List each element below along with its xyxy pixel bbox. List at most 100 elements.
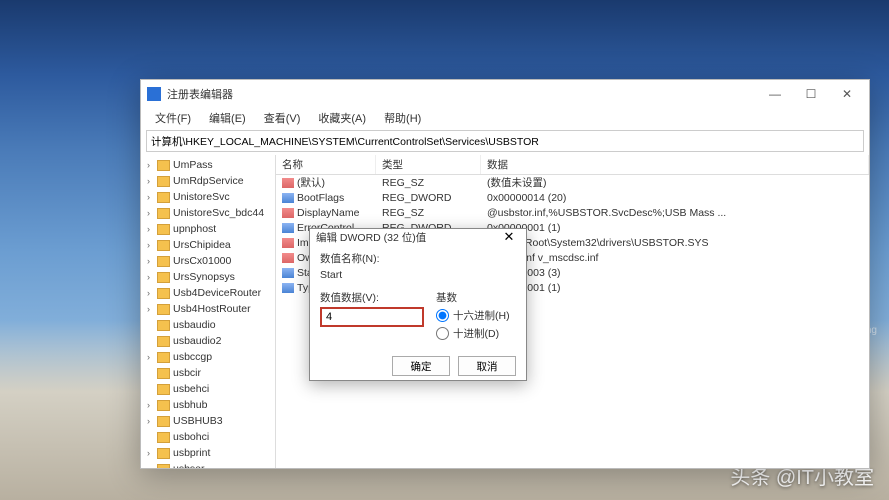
tree-item-label: Usb4HostRouter xyxy=(173,303,251,315)
tree-item-label: usbser xyxy=(173,463,205,468)
value-name: BootFlags xyxy=(297,192,344,204)
chevron-right-icon: › xyxy=(147,400,157,410)
dialog-close-button[interactable]: ✕ xyxy=(498,229,520,245)
folder-icon xyxy=(157,160,170,171)
tree-item-label: usbehci xyxy=(173,383,209,395)
col-data[interactable]: 数据 xyxy=(481,155,869,174)
tree-item-label: usbaudio xyxy=(173,319,216,331)
tree-item-label: usbprint xyxy=(173,447,210,459)
tree-item[interactable]: ›UrsSynopsys xyxy=(145,269,275,285)
chevron-right-icon: › xyxy=(147,160,157,170)
tree-item[interactable]: ›UnistoreSvc xyxy=(145,189,275,205)
cancel-button[interactable]: 取消 xyxy=(458,356,516,376)
value-data: 0x00000001 (1) xyxy=(481,222,869,234)
value-data: @usbstor.inf,%USBSTOR.SvcDesc%;USB Mass … xyxy=(481,207,869,219)
list-row[interactable]: (默认)REG_SZ(数值未设置) xyxy=(276,175,869,190)
tree-item[interactable]: ›UmRdpService xyxy=(145,173,275,189)
menu-edit[interactable]: 编辑(E) xyxy=(201,108,254,128)
menu-view[interactable]: 查看(V) xyxy=(256,108,309,128)
menubar: 文件(F) 编辑(E) 查看(V) 收藏夹(A) 帮助(H) xyxy=(141,108,869,128)
folder-icon xyxy=(157,352,170,363)
tree-item[interactable]: ›usbccgp xyxy=(145,349,275,365)
value-data: 0x00000014 (20) xyxy=(481,192,869,204)
tree-item[interactable]: ›UrsCx01000 xyxy=(145,253,275,269)
chevron-right-icon: › xyxy=(147,416,157,426)
folder-icon xyxy=(157,400,170,411)
value-type: REG_DWORD xyxy=(376,192,481,204)
titlebar[interactable]: 注册表编辑器 — ☐ ✕ xyxy=(141,80,869,108)
tree-item-label: UmRdpService xyxy=(173,175,244,187)
tree-item[interactable]: usbaudio2 xyxy=(145,333,275,349)
list-row[interactable]: BootFlags REG_DWORD0x00000014 (20) xyxy=(276,190,869,205)
radio-hex[interactable]: 十六进制(H) xyxy=(436,308,516,323)
chevron-right-icon: › xyxy=(147,288,157,298)
address-bar[interactable]: 计算机\HKEY_LOCAL_MACHINE\SYSTEM\CurrentCon… xyxy=(146,130,864,152)
radio-hex-input[interactable] xyxy=(436,309,449,322)
folder-icon xyxy=(157,192,170,203)
menu-help[interactable]: 帮助(H) xyxy=(376,108,429,128)
value-data: usbstor.inf v_mscdsc.inf xyxy=(481,252,869,264)
folder-icon xyxy=(157,448,170,459)
tree-item[interactable]: usbohci xyxy=(145,429,275,445)
tree-item[interactable]: ›Usb4HostRouter xyxy=(145,301,275,317)
value-icon xyxy=(282,238,294,248)
value-data: \SystemRoot\System32\drivers\USBSTOR.SYS xyxy=(481,237,869,249)
tree-item[interactable]: usbehci xyxy=(145,381,275,397)
tree-item-label: UrsSynopsys xyxy=(173,271,235,283)
chevron-right-icon: › xyxy=(147,208,157,218)
close-button[interactable]: ✕ xyxy=(829,82,865,106)
value-name: (默认) xyxy=(297,177,325,189)
folder-icon xyxy=(157,304,170,315)
radio-dec-label: 十进制(D) xyxy=(453,326,499,341)
tree-item[interactable]: › UnistoreSvc_bdc44 xyxy=(145,205,275,221)
tree-item-label: usbccgp xyxy=(173,351,212,363)
value-icon xyxy=(282,193,294,203)
minimize-button[interactable]: — xyxy=(757,82,793,106)
value-name: DisplayName xyxy=(297,207,359,219)
folder-icon xyxy=(157,368,170,379)
tree-item-label: UrsCx01000 xyxy=(173,255,231,267)
menu-file[interactable]: 文件(F) xyxy=(147,108,199,128)
value-data: 0x00000003 (3) xyxy=(481,267,869,279)
list-row[interactable]: DisplayNameREG_SZ@usbstor.inf,%USBSTOR.S… xyxy=(276,205,869,220)
tree-item-label: UnistoreSvc xyxy=(173,191,230,203)
value-icon xyxy=(282,268,294,278)
tree-item-label: usbcir xyxy=(173,367,201,379)
edit-dword-dialog: 编辑 DWORD (32 位)值 ✕ 数值名称(N): Start 数值数据(V… xyxy=(309,228,527,381)
tree-item[interactable]: › UmPass xyxy=(145,157,275,173)
radio-dec[interactable]: 十进制(D) xyxy=(436,326,516,341)
tree-item[interactable]: ›USBHUB3 xyxy=(145,413,275,429)
folder-icon xyxy=(157,176,170,187)
col-name[interactable]: 名称 xyxy=(276,155,376,174)
tree-pane[interactable]: ›UmPass›UmRdpService›UnistoreSvc›Unistor… xyxy=(141,155,276,468)
tree-item[interactable]: usbaudio xyxy=(145,317,275,333)
value-name-field: Start xyxy=(320,268,516,282)
ok-button[interactable]: 确定 xyxy=(392,356,450,376)
tree-item[interactable]: ›upnphost xyxy=(145,221,275,237)
tree-item[interactable]: ›usbprint xyxy=(145,445,275,461)
menu-fav[interactable]: 收藏夹(A) xyxy=(310,108,374,128)
radio-hex-label: 十六进制(H) xyxy=(453,308,510,323)
radio-dec-input[interactable] xyxy=(436,327,449,340)
list-header: 名称 类型 数据 xyxy=(276,155,869,175)
tree-item[interactable]: usbcir xyxy=(145,365,275,381)
maximize-button[interactable]: ☐ xyxy=(793,82,829,106)
folder-icon xyxy=(157,272,170,283)
tree-item[interactable]: usbser xyxy=(145,461,275,468)
tree-item-label: UnistoreSvc_bdc44 xyxy=(173,207,264,219)
base-group-label: 基数 xyxy=(436,290,516,305)
col-type[interactable]: 类型 xyxy=(376,155,481,174)
tree-item[interactable]: ›UrsChipidea xyxy=(145,237,275,253)
folder-icon xyxy=(157,224,170,235)
tree-item[interactable]: ›Usb4DeviceRouter xyxy=(145,285,275,301)
app-icon xyxy=(147,87,161,101)
dialog-title: 编辑 DWORD (32 位)值 xyxy=(316,230,498,245)
chevron-right-icon: › xyxy=(147,224,157,234)
value-data-input[interactable] xyxy=(320,307,424,327)
value-icon xyxy=(282,223,294,233)
tree-item[interactable]: ›usbhub xyxy=(145,397,275,413)
tree-item-label: UmPass xyxy=(173,159,213,171)
value-data: (数值未设置) xyxy=(481,175,869,190)
value-data-label: 数值数据(V): xyxy=(320,290,424,305)
dialog-titlebar[interactable]: 编辑 DWORD (32 位)值 ✕ xyxy=(310,229,526,245)
